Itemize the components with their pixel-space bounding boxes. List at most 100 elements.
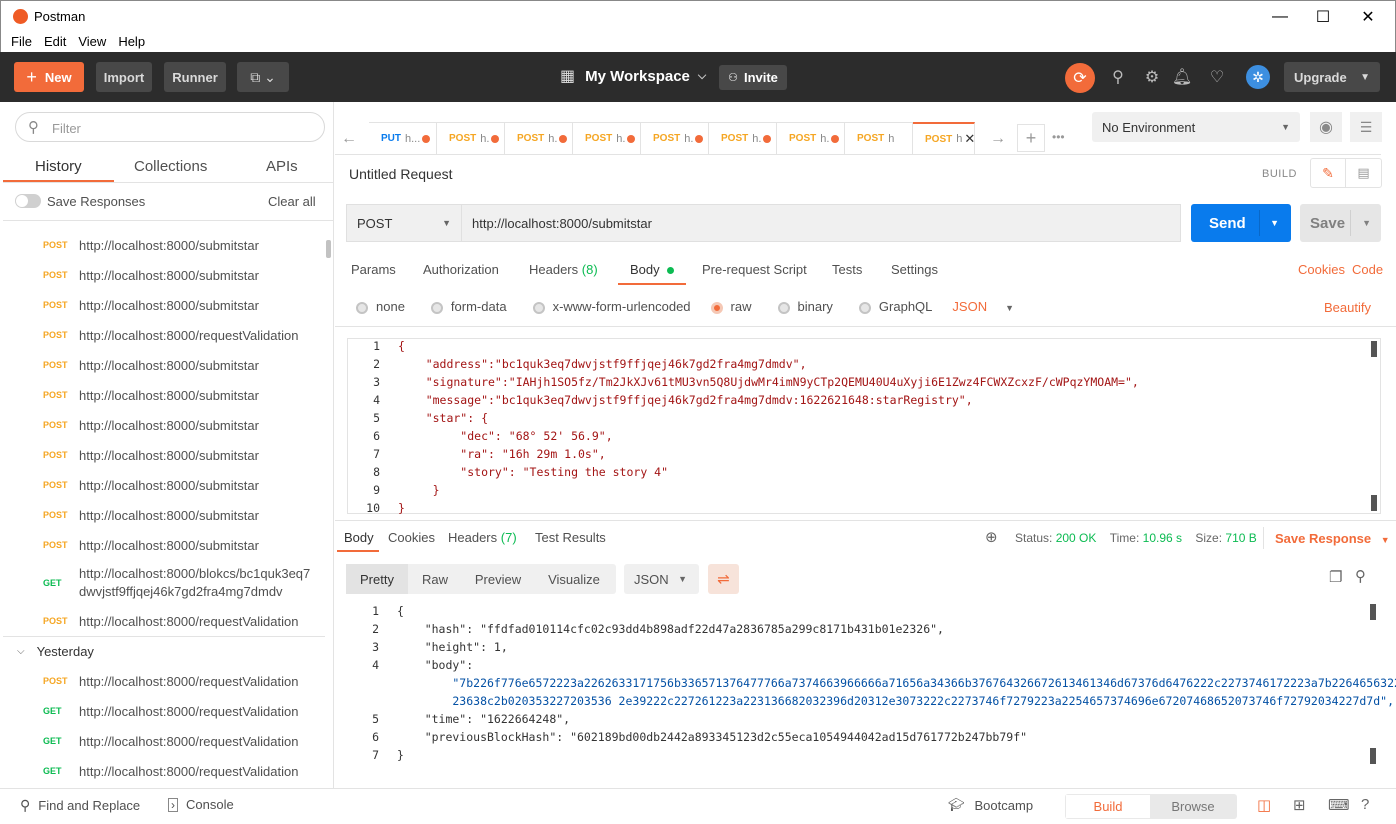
history-item[interactable]: GET http://localhost:8000/requestValidat… <box>3 756 325 785</box>
arrow-right-icon[interactable]: → <box>990 130 1006 148</box>
tab-headers[interactable]: Headers (8) <box>529 262 598 277</box>
radio-none[interactable]: none <box>356 299 405 314</box>
history-item[interactable]: POST http://localhost:8000/submitstar <box>3 410 325 440</box>
close-icon[interactable]: ✕ <box>964 131 975 147</box>
save-responses-toggle[interactable] <box>15 194 41 208</box>
request-tab[interactable]: POST h ✕ <box>913 122 975 154</box>
copy-icon[interactable]: ❐ <box>1329 568 1342 586</box>
history-item[interactable]: POST http://localhost:8000/submitstar <box>3 350 325 380</box>
cookies-link[interactable]: Cookies <box>1298 262 1345 277</box>
avatar[interactable]: ✲ <box>1246 65 1270 89</box>
heart-icon[interactable]: ♡ <box>1203 63 1231 91</box>
maximize-button[interactable]: ☐ <box>1300 1 1346 33</box>
response-tab-cookies[interactable]: Cookies <box>388 530 435 545</box>
history-group-yesterday[interactable]: ⌵ Yesterday <box>3 636 325 666</box>
wrap-lines-icon[interactable]: ⇌ <box>708 564 739 594</box>
request-title[interactable]: Untitled Request <box>349 166 453 182</box>
history-item[interactable]: POST http://localhost:8000/submitstar <box>3 230 325 260</box>
tab-authorization[interactable]: Authorization <box>423 262 499 277</box>
history-item[interactable]: POST http://localhost:8000/submitstar <box>3 530 325 560</box>
tab-tests[interactable]: Tests <box>832 262 862 277</box>
code-link[interactable]: Code <box>1352 262 1383 277</box>
radio-x-www-form-urlencoded[interactable]: x-www-form-urlencoded <box>532 299 691 314</box>
add-tab-button[interactable]: + <box>1017 124 1045 152</box>
tab-collections[interactable]: Collections <box>134 158 207 175</box>
request-tab[interactable]: POST h. <box>437 122 505 154</box>
response-tab-test-results[interactable]: Test Results <box>535 530 606 545</box>
save-response-button[interactable]: Save Response ▼ <box>1275 531 1390 546</box>
request-body-editor[interactable]: 1 {2 "address":"bc1quk3eq7dwvjstf9ffjqej4… <box>347 338 1381 515</box>
runner-button[interactable]: Runner <box>164 62 226 92</box>
tab-prerequest-script[interactable]: Pre-request Script <box>702 262 807 277</box>
more-icon[interactable]: ••• <box>1052 130 1065 144</box>
tab-params[interactable]: Params <box>351 262 396 277</box>
minimize-button[interactable]: — <box>1257 1 1303 33</box>
arrow-left-icon[interactable]: ← <box>341 130 357 148</box>
history-item[interactable]: POST http://localhost:8000/submitstar <box>3 290 325 320</box>
method-select[interactable]: POST ▼ <box>346 204 462 242</box>
close-button[interactable]: ✕ <box>1345 1 1391 33</box>
request-tab[interactable]: POST h. <box>641 122 709 154</box>
request-tab[interactable]: POST h. <box>709 122 777 154</box>
globe-icon[interactable]: ⊕ <box>985 528 998 546</box>
eye-icon[interactable]: ◉ <box>1310 112 1342 142</box>
url-input[interactable]: http://localhost:8000/submitstar <box>461 204 1181 242</box>
history-item[interactable]: GET http://localhost:8000/blokcs/bc1quk3… <box>3 560 325 606</box>
find-replace-button[interactable]: ⚲ Find and Replace <box>20 797 140 814</box>
menu-file[interactable]: File <box>5 32 38 52</box>
browse-toggle[interactable]: Browse <box>1151 794 1235 819</box>
capture-icon[interactable]: ⚲ <box>1104 63 1132 91</box>
scrollbar-thumb[interactable] <box>1371 495 1377 511</box>
view-raw[interactable]: Raw <box>408 572 462 587</box>
scrollbar-thumb[interactable] <box>1371 341 1377 357</box>
radio-binary[interactable]: binary <box>777 299 833 314</box>
menu-help[interactable]: Help <box>112 32 151 52</box>
clear-all-button[interactable]: Clear all <box>268 194 316 209</box>
build-toggle[interactable]: Build <box>1066 795 1150 818</box>
save-button[interactable]: Save ▼ <box>1300 204 1381 242</box>
request-tab[interactable]: POST h. <box>573 122 641 154</box>
help-icon[interactable]: ? <box>1361 796 1369 813</box>
settings-icon[interactable]: ⚙ <box>1138 63 1166 91</box>
environment-select[interactable]: No Environment ▼ <box>1092 112 1300 142</box>
scrollbar-thumb[interactable] <box>326 240 331 258</box>
response-tab-headers[interactable]: Headers (7) <box>448 530 517 545</box>
notification-bell-icon[interactable]: 🔔︎ <box>1168 63 1196 91</box>
keyboard-icon[interactable]: ⌨ <box>1328 796 1350 814</box>
history-item[interactable]: POST http://localhost:8000/submitstar <box>3 260 325 290</box>
scrollbar-thumb[interactable] <box>1370 604 1376 620</box>
response-format-select[interactable]: JSON ▼ <box>624 564 699 594</box>
menu-view[interactable]: View <box>72 32 112 52</box>
send-button[interactable]: Send ▼ <box>1191 204 1291 242</box>
history-item[interactable]: GET http://localhost:8000/requestValidat… <box>3 696 325 726</box>
import-button[interactable]: Import <box>96 62 152 92</box>
comment-icon[interactable]: ▤ <box>1346 159 1381 187</box>
history-item[interactable]: POST http://localhost:8000/submitstar <box>3 440 325 470</box>
history-item[interactable]: POST http://localhost:8000/submitstar <box>3 380 325 410</box>
history-item[interactable]: POST http://localhost:8000/requestValida… <box>3 606 325 636</box>
request-tab[interactable]: PUT h... <box>369 122 437 154</box>
request-tab[interactable]: POST h. <box>505 122 573 154</box>
request-tab[interactable]: POST h. <box>777 122 845 154</box>
layout-icon[interactable]: ⊞ <box>1293 796 1306 814</box>
history-item[interactable]: POST http://localhost:8000/requestValida… <box>3 320 325 350</box>
history-item[interactable]: POST http://localhost:8000/submitstar <box>3 470 325 500</box>
tab-settings[interactable]: Settings <box>891 262 938 277</box>
view-pretty[interactable]: Pretty <box>346 564 408 594</box>
view-visualize[interactable]: Visualize <box>534 572 614 587</box>
sync-icon[interactable]: ⟳ <box>1065 63 1095 93</box>
search-icon[interactable]: ⚲ <box>1355 567 1366 585</box>
pencil-icon[interactable]: ✎ <box>1311 159 1347 187</box>
two-pane-icon[interactable]: ◫ <box>1257 796 1271 814</box>
sliders-icon[interactable]: ☰ <box>1350 112 1382 142</box>
radio-form-data[interactable]: form-data <box>430 299 507 314</box>
radio-raw[interactable]: raw <box>710 299 752 314</box>
tab-history[interactable]: History <box>35 158 82 175</box>
upgrade-button[interactable]: Upgrade ▼ <box>1284 62 1380 92</box>
workspace-switcher[interactable]: ▦ My Workspace ⌵ <box>560 66 706 86</box>
view-preview[interactable]: Preview <box>462 572 534 587</box>
response-tab-body[interactable]: Body <box>344 530 374 545</box>
console-button[interactable]: › Console <box>168 797 234 812</box>
tab-body[interactable]: Body <box>630 262 675 277</box>
beautify-link[interactable]: Beautify <box>1324 300 1371 315</box>
